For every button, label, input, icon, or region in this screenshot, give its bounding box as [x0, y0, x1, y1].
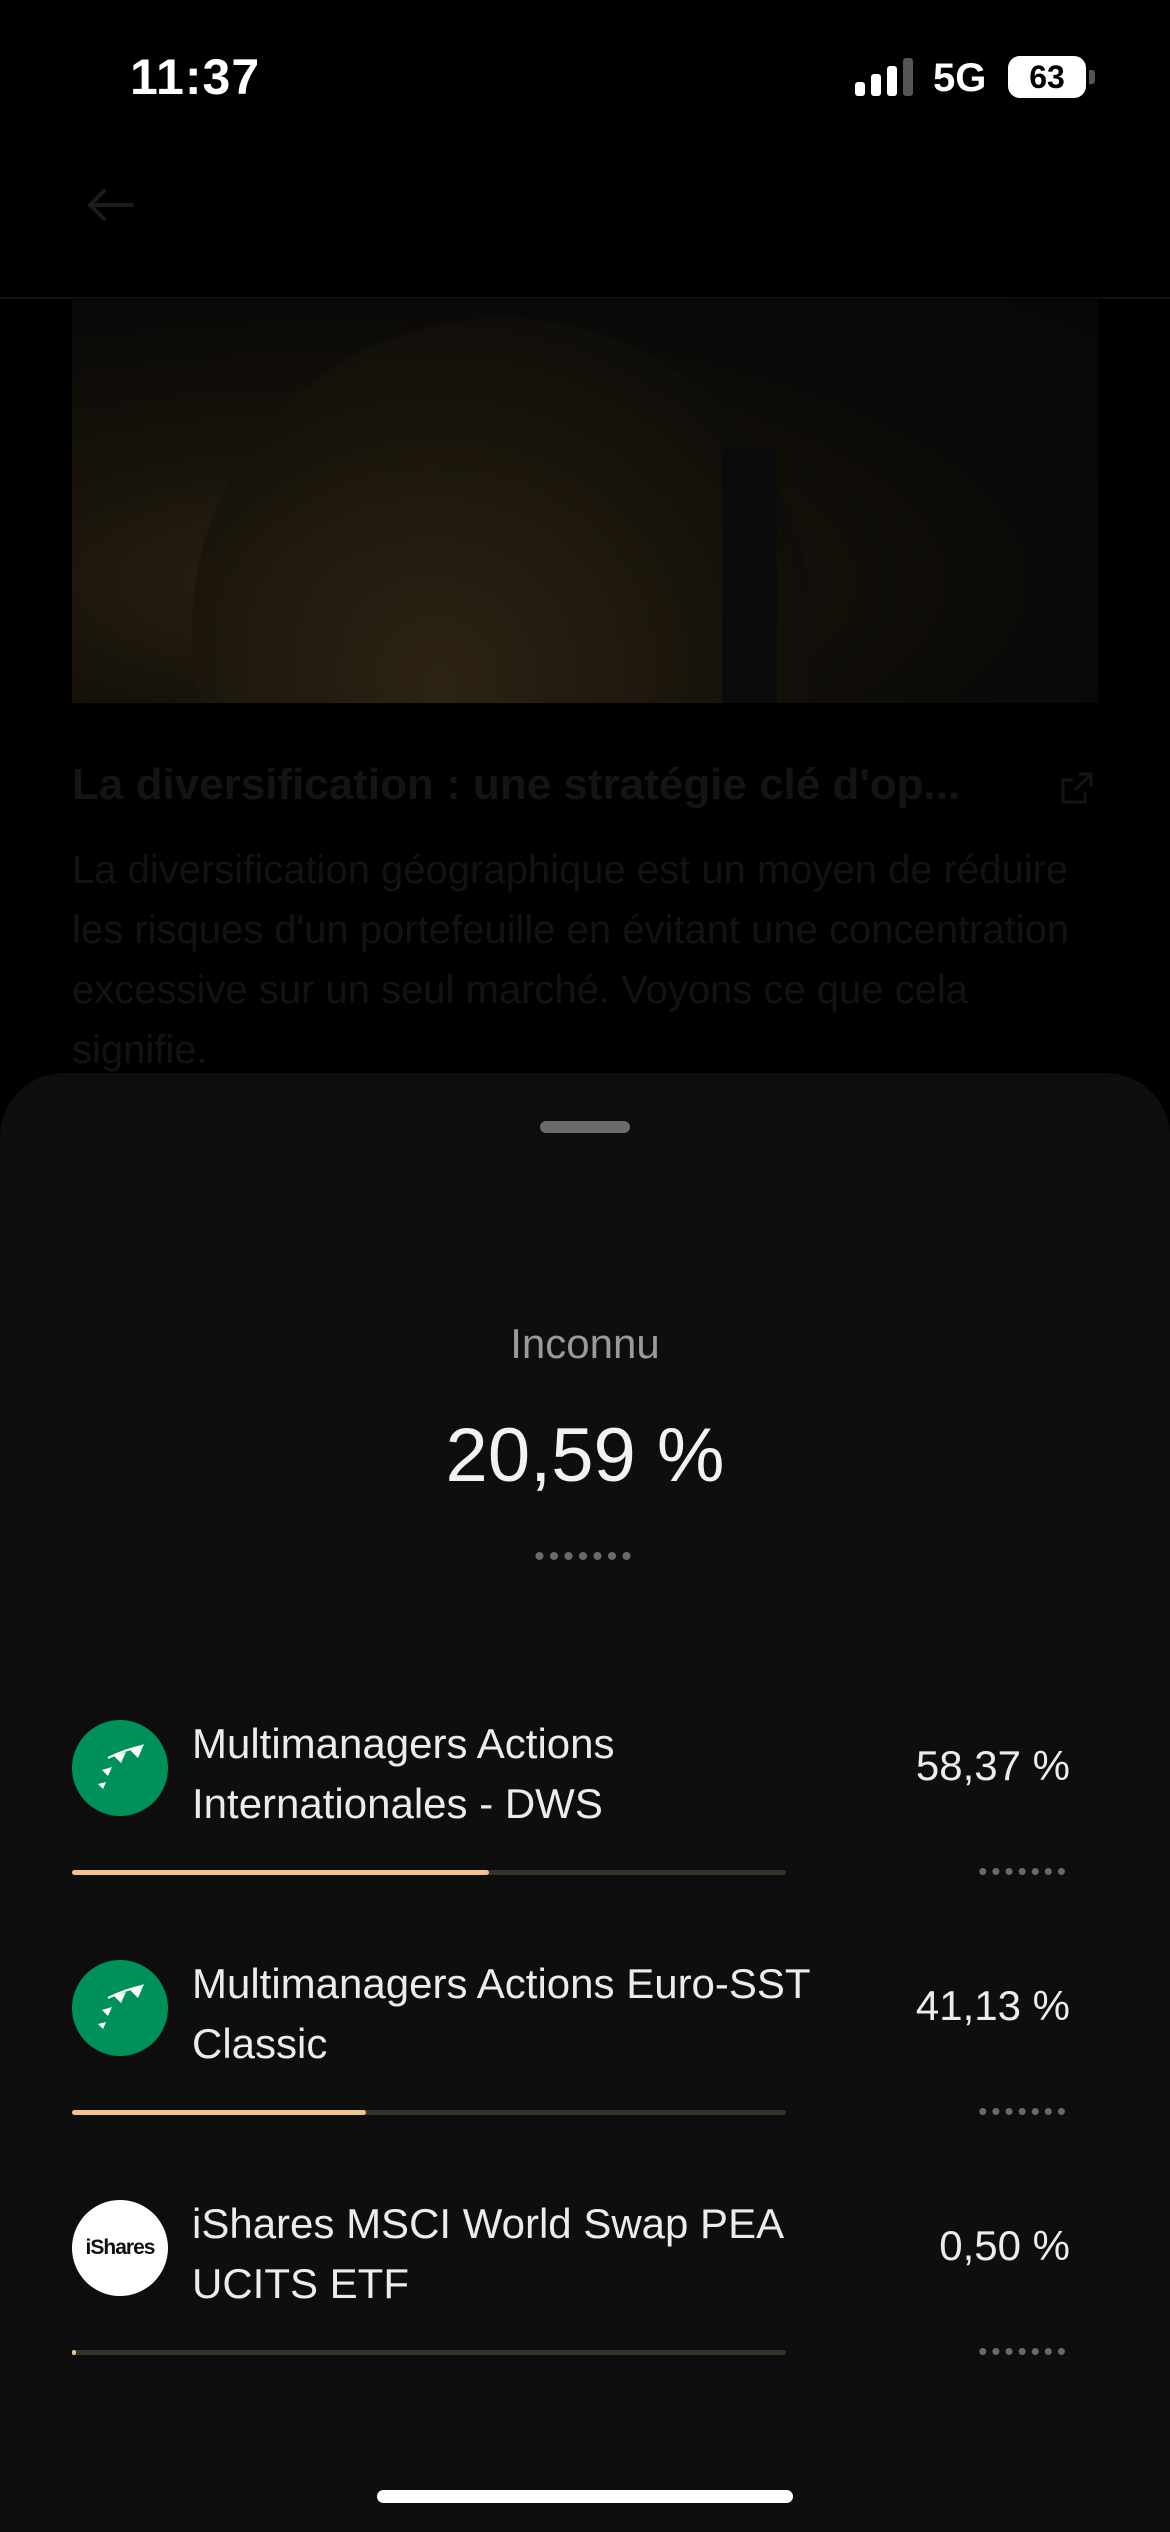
fund-percentage: 0,50 % [939, 2222, 1070, 2269]
fund-hidden-amount: ••••••• [978, 1856, 1070, 1886]
article-title[interactable]: La diversification : une stratégie clé d… [72, 760, 1102, 810]
network-type: 5G [933, 56, 987, 100]
back-arrow-icon[interactable] [80, 180, 140, 230]
fund-hidden-amount: ••••••• [978, 2336, 1070, 2366]
sheet-grabber[interactable] [540, 1121, 630, 1133]
fund-row[interactable]: Multimanagers Actions Euro-SST Classic 4… [0, 1960, 1170, 2180]
battery-icon: 63 [1008, 56, 1086, 98]
allocation-bar-fill [72, 2350, 76, 2355]
globe-stand-shape [722, 448, 777, 703]
total-percentage: 20,59 % [445, 1413, 725, 1498]
bnp-paribas-logo-icon [72, 1720, 168, 1816]
fund-hidden-amount: ••••••• [978, 2096, 1070, 2126]
globe-shape [192, 318, 812, 703]
article-body: La diversification géographique est un m… [72, 848, 1070, 1072]
bnp-paribas-logo-icon [72, 1960, 168, 2056]
fund-row[interactable]: Multimanagers Actions Internationales - … [0, 1720, 1170, 1940]
article-image [72, 298, 1098, 703]
allocation-bar-fill [72, 1870, 489, 1875]
home-indicator[interactable] [377, 2490, 793, 2503]
ishares-logo-icon: iShares [72, 2200, 168, 2296]
fund-name: iShares MSCI World Swap PEA UCITS ETF [192, 2200, 782, 2307]
fund-percentage: 41,13 % [915, 1982, 1070, 2029]
status-bar: 11:37 5G 63 [0, 0, 1170, 160]
allocation-bar [72, 2110, 786, 2115]
fund-row[interactable]: iShares iShares MSCI World Swap PEA UCIT… [0, 2200, 1170, 2420]
cellular-signal-icon [855, 58, 913, 96]
allocation-bar [72, 2350, 786, 2355]
fund-name: Multimanagers Actions Internationales - … [192, 1720, 615, 1827]
allocation-bar [72, 1870, 786, 1875]
fund-name: Multimanagers Actions Euro-SST Classic [192, 1960, 810, 2067]
fund-percentage: 58,37 % [915, 1742, 1070, 1789]
allocation-bar-fill [72, 2110, 366, 2115]
battery-level: 63 [1029, 59, 1065, 95]
external-link-icon[interactable] [1057, 768, 1097, 808]
country-label: Inconnu [510, 1320, 660, 1367]
battery-cap [1089, 70, 1095, 84]
status-time: 11:37 [130, 49, 261, 105]
hidden-amount: ••••••• [534, 1540, 636, 1573]
